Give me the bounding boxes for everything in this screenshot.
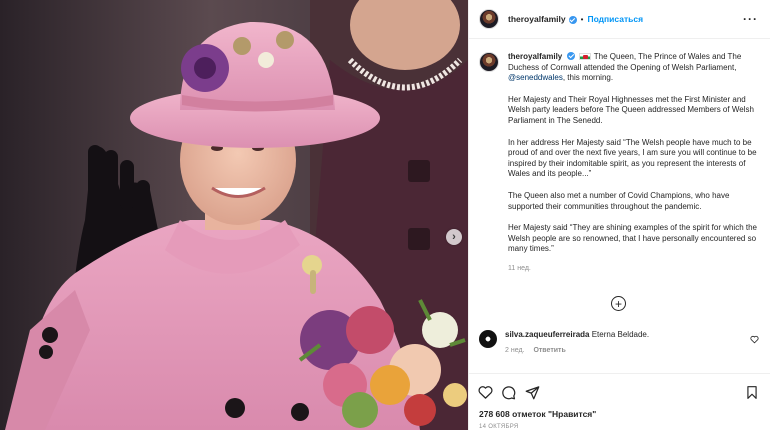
caption-text: theroyalfamily The Queen, The Prince of …	[508, 51, 758, 275]
caption-line1-end: , this morning.	[562, 73, 614, 83]
comment-timestamp[interactable]: 2 нед.	[505, 347, 524, 354]
caption-paragraph-4: The Queen also met a number of Covid Cha…	[508, 190, 730, 211]
caption-paragraph-5: Her Majesty said “They are shining examp…	[508, 223, 757, 254]
caption-avatar[interactable]	[479, 52, 499, 72]
next-media-button[interactable]: ›	[446, 229, 462, 245]
heart-icon[interactable]	[478, 385, 493, 400]
reply-button[interactable]: Ответить	[533, 347, 565, 354]
more-icon[interactable]: ···	[743, 12, 758, 26]
comment-text: Eterna Beldade.	[591, 330, 650, 339]
comment-item: silva.zaqueuferreirada Eterna Beldade. 2…	[479, 330, 764, 354]
bookmark-icon[interactable]	[745, 385, 759, 400]
author-username[interactable]: theroyalfamily	[508, 14, 566, 24]
commenter-username[interactable]: silva.zaqueuferreirada	[505, 330, 589, 339]
author-avatar[interactable]	[479, 9, 499, 29]
post-media[interactable]: ›	[0, 0, 468, 430]
post-header: theroyalfamily • Подписаться ···	[469, 0, 770, 39]
comment-body: silva.zaqueuferreirada Eterna Beldade. 2…	[505, 330, 750, 354]
caption-paragraph-3: In her address Her Majesty said “The Wel…	[508, 137, 757, 179]
likes-count[interactable]: 278 608 отметок "Нравится"	[479, 409, 596, 419]
caption-mention-link[interactable]: @seneddwales	[508, 73, 563, 82]
caption-timestamp[interactable]: 11 нед.	[508, 264, 758, 275]
add-circle-icon: +	[614, 296, 622, 311]
commenter-avatar[interactable]	[479, 330, 497, 348]
verified-icon	[567, 52, 576, 60]
caption-paragraph-2: Her Majesty and Their Royal Highnesses m…	[508, 94, 754, 125]
chevron-right-icon: ›	[452, 230, 456, 243]
post-photo	[0, 0, 468, 430]
separator-dot: •	[580, 14, 584, 24]
comment-text-line: silva.zaqueuferreirada Eterna Beldade.	[505, 330, 750, 340]
comment-icon[interactable]	[501, 385, 516, 400]
heart-icon[interactable]	[750, 335, 759, 344]
flag-icon	[578, 52, 591, 60]
follow-button[interactable]: Подписаться	[587, 14, 643, 24]
post-side-panel: theroyalfamily • Подписаться ··· theroya…	[468, 0, 770, 430]
action-bar: 278 608 отметок "Нравится" 14 ОКТЯБРЯ	[469, 373, 770, 430]
comment-meta: 2 нед. Ответить	[505, 347, 750, 354]
load-more-comments-button[interactable]: +	[611, 296, 626, 311]
verified-icon	[568, 16, 577, 24]
share-icon[interactable]	[525, 385, 540, 400]
caption-username[interactable]: theroyalfamily	[508, 52, 562, 61]
post-window: › theroyalfamily • Подписаться ··· thero…	[0, 0, 770, 430]
caption-block: theroyalfamily The Queen, The Prince of …	[469, 39, 770, 275]
post-date[interactable]: 14 ОКТЯБРЯ	[479, 424, 519, 430]
